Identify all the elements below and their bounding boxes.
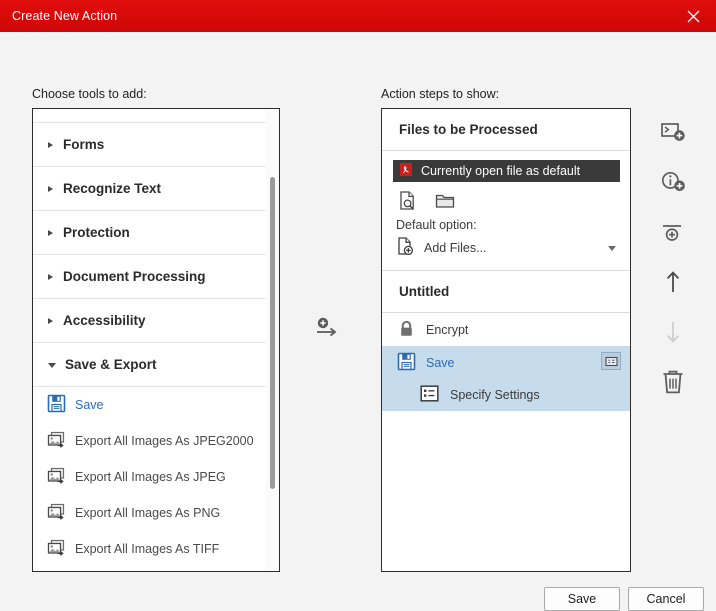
category-accessibility[interactable]: Accessibility: [33, 299, 279, 343]
section-untitled: Untitled: [382, 271, 630, 313]
window-title: Create New Action: [12, 9, 118, 23]
add-panel-button[interactable]: [650, 108, 696, 158]
category-label: Document Processing: [63, 269, 206, 284]
category-label: Forms: [63, 137, 105, 152]
tool-item-export-jpeg[interactable]: Export All Images As JPEG: [33, 459, 279, 495]
save-floppy-icon: [47, 394, 66, 416]
tool-item-label: Export All Images As JPEG2000: [75, 434, 254, 448]
chevron-down-icon: [48, 363, 56, 368]
category-recognize-text[interactable]: Recognize Text: [33, 167, 279, 211]
delete-trash-icon: [660, 368, 686, 399]
step-label: Save: [426, 355, 455, 370]
add-step-button[interactable]: [310, 315, 344, 343]
export-images-icon: [47, 502, 66, 524]
save-floppy-icon: [397, 352, 416, 374]
step-actions-toolbar: [645, 108, 701, 468]
tool-item-export-jpeg2000[interactable]: Export All Images As JPEG2000: [33, 423, 279, 459]
category-document-processing[interactable]: Document Processing: [33, 255, 279, 299]
lock-icon: [397, 319, 416, 341]
title-bar: Create New Action: [0, 0, 716, 32]
tool-item-label: Export All Images As TIFF: [75, 542, 220, 556]
chevron-right-icon: [48, 141, 53, 148]
close-icon: [687, 10, 700, 23]
category-label: Protection: [63, 225, 130, 240]
default-option-label: Default option:: [396, 218, 477, 232]
move-up-button[interactable]: [650, 258, 696, 308]
move-down-icon: [663, 319, 683, 348]
step-row-save[interactable]: Save: [382, 346, 630, 379]
add-divider-icon: [660, 220, 687, 247]
action-steps-panel: Files to be Processed Currently open fil…: [381, 108, 631, 572]
chevron-down-icon: [608, 246, 616, 251]
step-label: Specify Settings: [450, 388, 540, 402]
tool-item-label: Export All Images As PNG: [75, 506, 221, 520]
section-title: Untitled: [399, 284, 450, 299]
document-search-icon[interactable]: [396, 189, 420, 213]
tool-item-save[interactable]: Save: [33, 387, 279, 423]
default-file-label: Currently open file as default: [421, 164, 581, 178]
export-images-icon: [47, 538, 66, 560]
chevron-right-icon: [48, 317, 53, 324]
tools-list-panel: Forms Recognize Text Protection Document…: [32, 108, 280, 572]
default-option-dropdown[interactable]: Add Files...: [395, 235, 622, 261]
add-divider-button[interactable]: [650, 208, 696, 258]
step-label: Encrypt: [426, 322, 469, 337]
tools-scrollbar-track[interactable]: [266, 109, 279, 571]
tool-item-label: Save: [75, 398, 104, 412]
category-label: Accessibility: [63, 313, 146, 328]
default-option-value: Add Files...: [424, 241, 487, 255]
cancel-button[interactable]: Cancel: [628, 587, 704, 611]
category-protection[interactable]: Protection: [33, 211, 279, 255]
default-file-row[interactable]: Currently open file as default: [393, 160, 620, 182]
tools-scroll-area: Forms Recognize Text Protection Document…: [33, 109, 279, 571]
tool-item-export-tiff[interactable]: Export All Images As TIFF: [33, 531, 279, 567]
pdf-file-icon: [399, 162, 413, 180]
export-images-icon: [47, 466, 66, 488]
section-title: Files to be Processed: [399, 122, 538, 137]
file-source-icons: [382, 182, 630, 215]
step-settings-icon[interactable]: [601, 352, 621, 370]
category-forms[interactable]: Forms: [33, 123, 279, 167]
add-instruction-icon: [660, 170, 687, 197]
step-row-encrypt[interactable]: Encrypt: [382, 313, 630, 346]
folder-icon[interactable]: [433, 189, 457, 213]
tool-item-label: Export All Images As JPEG: [75, 470, 226, 484]
settings-list-icon: [420, 385, 439, 405]
category-save-and-export[interactable]: Save & Export: [33, 343, 279, 387]
move-down-button[interactable]: [650, 308, 696, 358]
export-images-icon: [47, 430, 66, 452]
add-panel-icon: [660, 120, 687, 147]
tool-item-export-png[interactable]: Export All Images As PNG: [33, 495, 279, 531]
delete-button[interactable]: [650, 358, 696, 408]
step-row-specify-settings[interactable]: Specify Settings: [382, 379, 630, 411]
partial-category-row: [33, 109, 279, 123]
action-steps-label: Action steps to show:: [381, 87, 500, 101]
chevron-right-icon: [48, 273, 53, 280]
save-button[interactable]: Save: [544, 587, 620, 611]
chevron-right-icon: [48, 185, 53, 192]
file-add-icon: [395, 236, 416, 260]
tools-scrollbar-thumb[interactable]: [270, 177, 275, 489]
close-button[interactable]: [670, 0, 716, 32]
category-label: Recognize Text: [63, 181, 162, 196]
category-label: Save & Export: [65, 357, 157, 372]
add-instruction-button[interactable]: [650, 158, 696, 208]
section-files-to-be-processed: Files to be Processed: [382, 109, 630, 151]
chevron-right-icon: [48, 229, 53, 236]
choose-tools-label: Choose tools to add:: [32, 87, 147, 101]
move-up-icon: [663, 269, 683, 298]
add-step-arrow-icon: [314, 316, 340, 343]
dialog-body: Choose tools to add: Forms Recognize Tex…: [0, 32, 716, 611]
